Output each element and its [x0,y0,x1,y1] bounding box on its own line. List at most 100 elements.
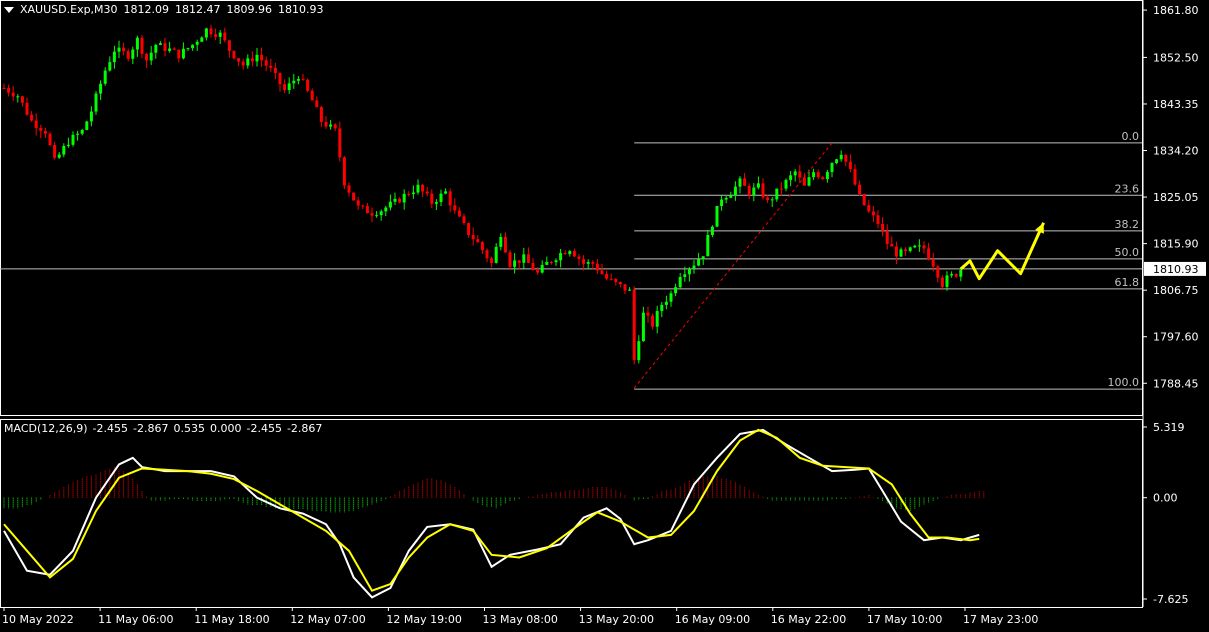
candle [181,42,185,60]
candle-body [181,48,185,59]
candle [177,49,181,63]
candle-body [177,49,181,59]
candle-body [807,177,811,186]
candle-body [140,37,144,54]
candle [227,39,231,58]
candle-body [733,186,737,196]
candle-body [11,92,15,97]
candle-body [278,72,282,85]
candle [186,47,190,51]
candle-body [62,145,66,155]
candle [761,178,765,200]
candle-body [43,130,47,134]
candle [526,247,530,264]
candle-body [724,197,728,200]
candle [706,230,710,257]
candle [388,194,392,211]
candle [609,273,613,281]
candle-body [605,273,609,279]
chart-menu-triangle-icon[interactable] [4,7,14,13]
candle-body [122,47,126,52]
candle-body [729,195,733,198]
candle [697,252,701,267]
candle-body [416,184,420,193]
chart-canvas[interactable]: 0.0 23.6 38.2 50.0 61.8 100.0 1861.80 1852.50 1… [0,0,1209,628]
candle-body [770,199,774,201]
candle [853,164,857,186]
candle-body [798,171,802,178]
candle [591,260,595,270]
candle-body [319,107,323,122]
candle [563,250,567,255]
candle-body [227,40,231,51]
candle-body [775,188,779,200]
candle [444,188,448,195]
candle-body [80,129,84,134]
candle [89,106,93,127]
candle [94,91,98,115]
candle-body [931,259,935,267]
candle-body [347,185,351,193]
candle-body [324,121,328,127]
candle [246,54,250,69]
candle-body [651,315,655,327]
candle [687,267,691,282]
candle [191,44,195,51]
candle [651,313,655,330]
candle [269,58,273,72]
candle-body [444,191,448,194]
candle-body [135,37,139,50]
price-tick-label: 1843.35 [1153,98,1199,111]
candle [710,225,714,238]
price-chart-header: XAUUSD.Exp,M30 1812.09 1812.47 1809.96 1… [4,3,324,16]
macd-tick-label: 5.319 [1153,421,1185,434]
candle [71,131,75,147]
candle-body [756,183,760,188]
candle [936,264,940,283]
candle-body [214,34,218,37]
candle-body [393,198,397,202]
candle [508,249,512,271]
candle [480,240,484,254]
chart-window[interactable]: 0.0 23.6 38.2 50.0 61.8 100.0 1861.80 1852.50 1… [0,0,1209,628]
candle-body [904,249,908,251]
candle [200,36,204,42]
open-value: 1812.09 [123,3,170,16]
candle-body [296,78,300,81]
candle [453,198,457,214]
candle-body [674,287,678,294]
candle [835,158,839,165]
candle-body [85,121,89,130]
candle-body [664,301,668,305]
candle [545,256,549,265]
candle [352,192,356,201]
candle-body [752,187,756,196]
candle-body [577,256,581,260]
candle-body [287,83,291,91]
high-value: 1812.47 [175,3,221,16]
candle [324,116,328,129]
candle [158,41,162,46]
candle [618,281,622,288]
candle [393,192,397,205]
candle-body [329,124,333,127]
candle [490,256,494,268]
fib-trend-line[interactable] [633,142,833,389]
candle-body [848,161,852,170]
candle [172,47,176,50]
candle [439,189,443,207]
candle [595,259,599,274]
candle-body [959,269,963,277]
candle [701,256,705,265]
candle [577,254,581,266]
candle-body [499,237,503,247]
candle-body [246,58,250,66]
candle [416,179,420,195]
candle-body [94,93,98,112]
candle [218,30,222,44]
candle-body [361,205,365,207]
candle-body [149,52,153,61]
candle [471,227,475,246]
candle [876,210,880,229]
candle [315,96,319,108]
